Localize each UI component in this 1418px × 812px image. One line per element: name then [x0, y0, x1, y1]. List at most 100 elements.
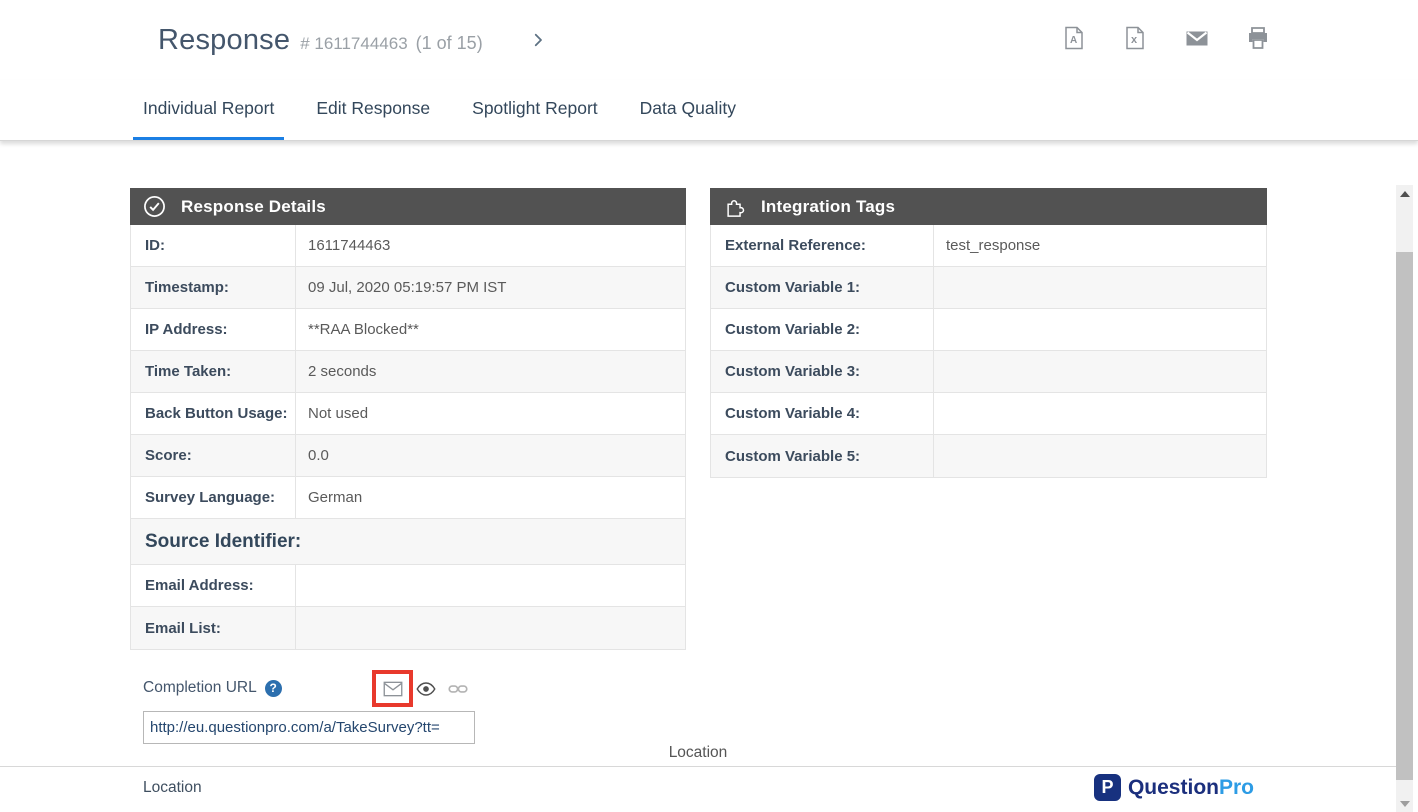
row-label: Custom Variable 3:: [711, 351, 934, 392]
row-value: [296, 607, 308, 649]
check-circle-icon: [143, 195, 166, 218]
export-pdf-icon[interactable]: A: [1063, 26, 1085, 50]
arrow-up-icon: [1400, 191, 1410, 197]
response-details-panel: Response Details ID: 1611744463 Timestam…: [130, 188, 686, 650]
row-value: 2 seconds: [296, 351, 376, 392]
tab-edit-response[interactable]: Edit Response: [306, 80, 440, 140]
location-section-title: Location: [0, 744, 1396, 762]
table-row: Custom Variable 3:: [711, 351, 1266, 393]
response-details-table: ID: 1611744463 Timestamp: 09 Jul, 2020 0…: [130, 225, 686, 650]
integration-tags-table: External Reference: test_response Custom…: [710, 225, 1267, 478]
eye-icon: [416, 681, 436, 697]
row-value: 1611744463: [296, 225, 390, 266]
questionpro-logo-text: QuestionPro: [1128, 776, 1254, 800]
questionpro-logo-mark: P: [1094, 774, 1121, 801]
row-value: German: [296, 477, 362, 518]
row-label: IP Address:: [131, 309, 296, 350]
table-row: Custom Variable 4:: [711, 393, 1266, 435]
table-row: IP Address: **RAA Blocked**: [131, 309, 685, 351]
print-icon[interactable]: [1246, 26, 1268, 50]
row-label: Email List:: [131, 607, 296, 649]
completion-url-label-group: Completion URL ?: [143, 679, 282, 697]
table-row: Survey Language: German: [131, 477, 685, 519]
row-label: ID:: [131, 225, 296, 266]
tab-data-quality[interactable]: Data Quality: [630, 80, 746, 140]
response-number: # 1611744463: [300, 34, 407, 54]
report-tabs: Individual Report Edit Response Spotligh…: [0, 80, 1418, 141]
panel-title: Response Details: [181, 197, 326, 217]
top-bar: Response # 1611744463 (1 of 15) A x: [0, 0, 1418, 80]
svg-text:x: x: [1131, 34, 1138, 46]
link-icon: [448, 682, 468, 696]
table-row: Timestamp: 09 Jul, 2020 05:19:57 PM IST: [131, 267, 685, 309]
row-label: Custom Variable 4:: [711, 393, 934, 434]
row-label: Custom Variable 1:: [711, 267, 934, 308]
email-completion-url-button[interactable]: [372, 670, 413, 707]
row-label: Score:: [131, 435, 296, 476]
completion-url-input[interactable]: [143, 711, 475, 744]
row-value: [934, 351, 946, 392]
row-label: Custom Variable 5:: [711, 435, 934, 477]
table-row: Time Taken: 2 seconds: [131, 351, 685, 393]
arrow-down-icon: [1400, 801, 1410, 807]
row-label: Survey Language:: [131, 477, 296, 518]
location-footer-label: Location: [143, 779, 202, 797]
row-value: [934, 267, 946, 308]
response-details-header: Response Details: [130, 188, 686, 225]
row-value: Not used: [296, 393, 368, 434]
completion-url-label: Completion URL: [143, 679, 257, 697]
table-row: Back Button Usage: Not used: [131, 393, 685, 435]
table-row: External Reference: test_response: [711, 225, 1266, 267]
export-excel-icon[interactable]: x: [1124, 26, 1146, 50]
row-label: Custom Variable 2:: [711, 309, 934, 350]
email-icon[interactable]: [1185, 26, 1207, 50]
row-label: Email Address:: [131, 565, 296, 606]
export-toolbar: A x: [1063, 26, 1268, 50]
row-label: Timestamp:: [131, 267, 296, 308]
table-row: Custom Variable 2:: [711, 309, 1266, 351]
row-value: [296, 565, 308, 606]
row-value: [934, 309, 946, 350]
scrollbar-up-button[interactable]: [1396, 185, 1413, 202]
row-value: [934, 435, 946, 477]
row-label: Back Button Usage:: [131, 393, 296, 434]
row-value: [934, 393, 946, 434]
response-count: (1 of 15): [416, 33, 483, 54]
table-row: Score: 0.0: [131, 435, 685, 477]
section-heading-label: Source Identifier:: [131, 519, 685, 564]
row-label: Time Taken:: [131, 351, 296, 392]
table-row: Email Address:: [131, 565, 685, 607]
integration-tags-header: Integration Tags: [710, 188, 1267, 225]
help-icon[interactable]: ?: [265, 680, 282, 697]
vertical-scrollbar[interactable]: [1396, 185, 1413, 812]
title-group: Response # 1611744463 (1 of 15): [158, 24, 483, 57]
email-icon: [383, 681, 403, 697]
preview-eye-button[interactable]: [416, 681, 436, 697]
table-row: Custom Variable 5:: [711, 435, 1266, 477]
page-title: Response: [158, 24, 290, 57]
tab-spotlight-report[interactable]: Spotlight Report: [462, 80, 608, 140]
row-value: test_response: [934, 225, 1040, 266]
table-section-heading: Source Identifier:: [131, 519, 685, 565]
logo-text-secondary: Pro: [1219, 776, 1254, 799]
row-label: External Reference:: [711, 225, 934, 266]
table-row: ID: 1611744463: [131, 225, 685, 267]
scrollbar-down-button[interactable]: [1396, 795, 1413, 812]
row-value: 0.0: [296, 435, 329, 476]
row-value: **RAA Blocked**: [296, 309, 419, 350]
chevron-right-icon: [529, 31, 547, 49]
next-response-button[interactable]: [529, 31, 547, 49]
section-divider: [0, 766, 1396, 767]
puzzle-icon: [723, 195, 746, 218]
scrollbar-thumb[interactable]: [1396, 252, 1413, 780]
response-detail-page: Response # 1611744463 (1 of 15) A x: [0, 0, 1418, 812]
tab-individual-report[interactable]: Individual Report: [133, 80, 284, 140]
table-row: Custom Variable 1:: [711, 267, 1266, 309]
integration-tags-panel: Integration Tags External Reference: tes…: [710, 188, 1267, 478]
table-row: Email List:: [131, 607, 685, 649]
logo-text-primary: Question: [1128, 776, 1219, 799]
copy-link-button[interactable]: [448, 682, 468, 696]
questionpro-logo[interactable]: P QuestionPro: [1094, 774, 1254, 801]
row-value: 09 Jul, 2020 05:19:57 PM IST: [296, 267, 506, 308]
svg-text:A: A: [1070, 35, 1077, 46]
